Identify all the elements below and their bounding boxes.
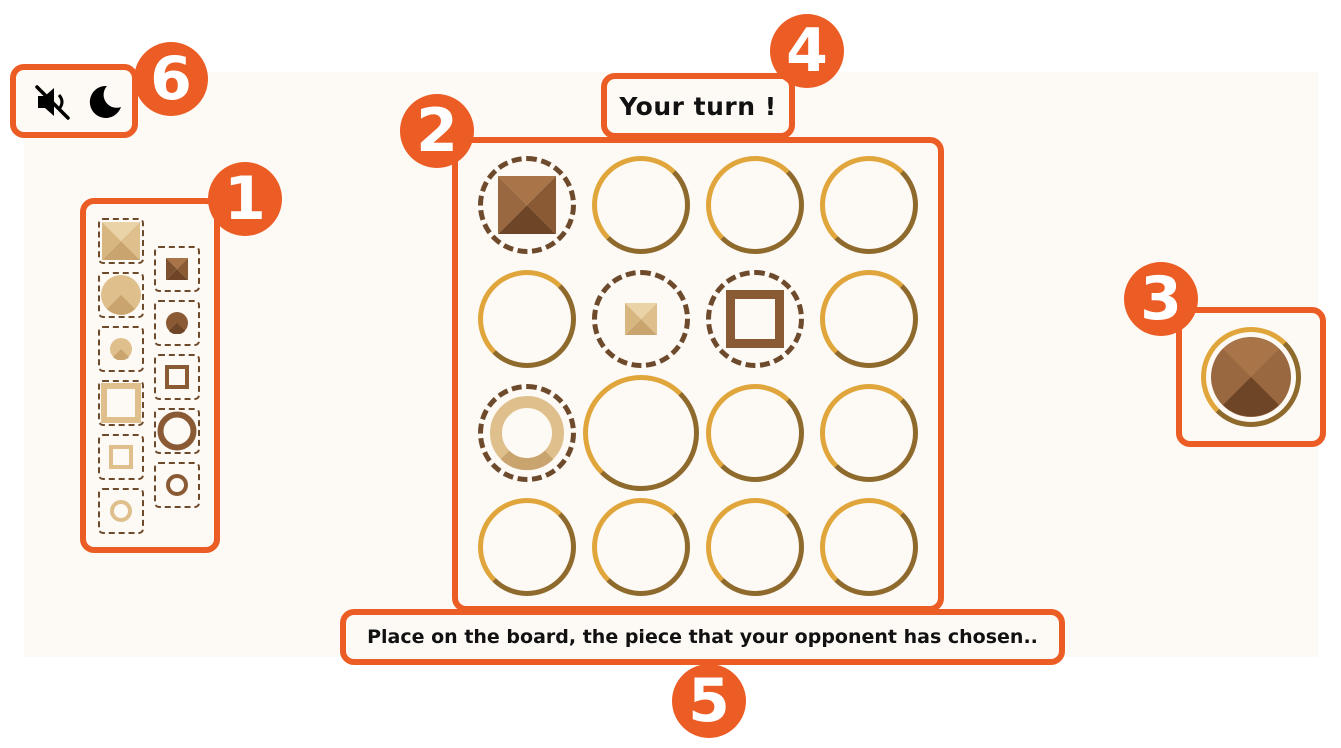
badge-message: 5 [672, 664, 746, 738]
board-cell-r2c1[interactable] [478, 270, 576, 368]
piece-dark-small-square-hollow[interactable] [154, 354, 200, 400]
board-cell-r3c3[interactable] [706, 384, 804, 482]
turn-label: Your turn ! [619, 91, 777, 121]
board-cell-r2c2[interactable] [592, 270, 690, 368]
message-bar: Place on the board, the piece that your … [340, 609, 1065, 665]
game-board [452, 137, 944, 612]
piece-light-large-round-hollow [490, 396, 564, 471]
board-cell-r4c4[interactable] [820, 498, 918, 596]
piece-graphic [109, 445, 133, 469]
badge-controls: 6 [134, 42, 208, 116]
piece-light-large-round-solid[interactable] [98, 272, 144, 318]
piece-dark-large-square-solid [498, 176, 556, 234]
piece-dark-large-round-solid [1211, 337, 1291, 417]
board-cell-r4c2[interactable] [592, 498, 690, 596]
board-cell-r1c2[interactable] [592, 156, 690, 254]
board-cell-r2c3[interactable] [706, 270, 804, 368]
controls-panel [10, 64, 138, 138]
selected-piece-panel [1176, 307, 1326, 447]
piece-graphic [110, 338, 132, 360]
board-cell-r3c1[interactable] [478, 384, 576, 482]
message-text: Place on the board, the piece that your … [367, 626, 1038, 648]
piece-dark-large-round-hollow[interactable] [154, 408, 200, 454]
piece-light-large-square-hollow[interactable] [98, 380, 144, 426]
piece-graphic [165, 365, 189, 389]
piece-light-small-square-hollow[interactable] [98, 434, 144, 480]
badge-selected: 3 [1124, 262, 1198, 336]
piece-dark-small-square-solid[interactable] [154, 246, 200, 292]
piece-dark-large-square-hollow [726, 290, 784, 348]
piece-graphic [101, 383, 141, 423]
volume-mute-icon[interactable] [34, 83, 72, 121]
moon-icon[interactable] [86, 83, 124, 121]
board-cell-r3c4[interactable] [820, 384, 918, 482]
board-cell-r2c4[interactable] [820, 270, 918, 368]
piece-graphic [110, 500, 132, 522]
board-cell-r3c2[interactable] [583, 375, 699, 491]
piece-dark-small-round-solid[interactable] [154, 300, 200, 346]
piece-graphic [102, 222, 140, 260]
selected-piece-ring [1201, 327, 1301, 427]
board-cell-r4c3[interactable] [706, 498, 804, 596]
piece-graphic [166, 312, 188, 334]
piece-graphic [166, 474, 188, 496]
piece-light-small-round-hollow[interactable] [98, 488, 144, 534]
piece-light-small-round-solid[interactable] [98, 326, 144, 372]
board-cell-r1c1[interactable] [478, 156, 576, 254]
badge-board: 2 [400, 94, 474, 168]
piece-graphic [166, 258, 188, 280]
piece-light-small-square-solid [625, 303, 657, 335]
badge-available: 1 [208, 162, 282, 236]
board-cell-r1c4[interactable] [820, 156, 918, 254]
piece-light-large-square-solid[interactable] [98, 218, 144, 264]
board-cell-r1c3[interactable] [706, 156, 804, 254]
piece-graphic [101, 275, 141, 315]
piece-dark-small-round-hollow[interactable] [154, 462, 200, 508]
turn-indicator: Your turn ! [601, 73, 795, 139]
piece-graphic [157, 411, 197, 451]
badge-turn: 4 [770, 14, 844, 88]
board-cell-r4c1[interactable] [478, 498, 576, 596]
available-pieces-panel [80, 198, 220, 553]
